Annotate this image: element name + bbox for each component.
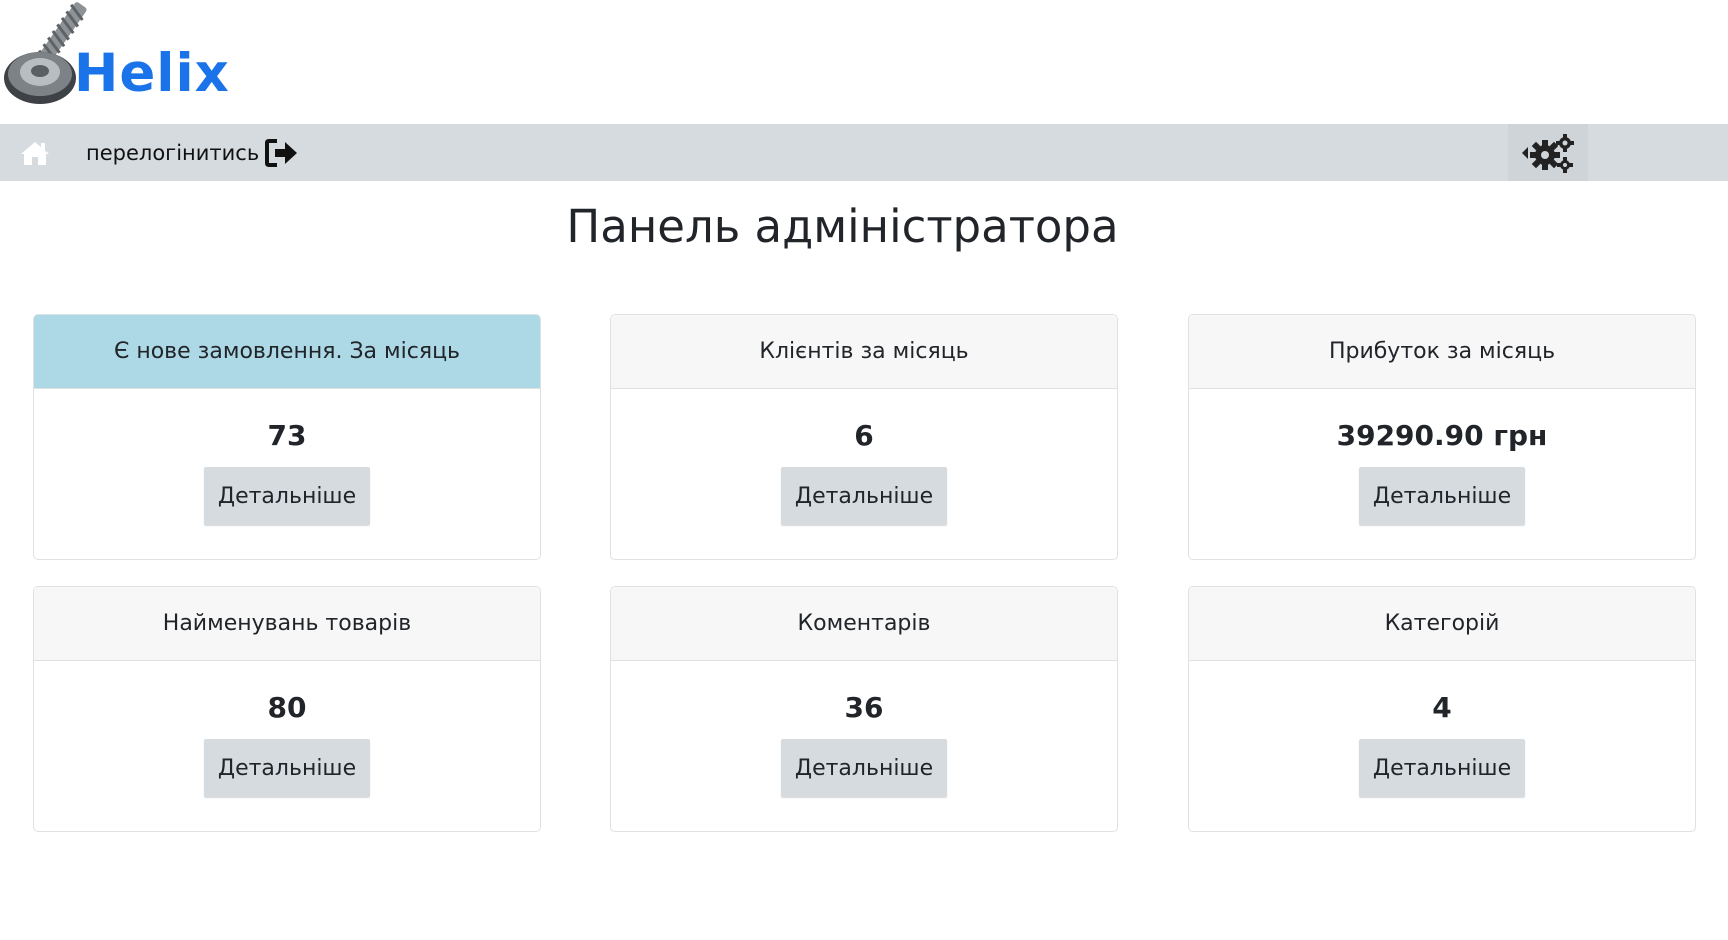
site-header: Helix bbox=[0, 0, 1728, 124]
card-value: 39290.90 грн bbox=[1336, 419, 1548, 452]
card-value: 36 bbox=[844, 691, 884, 724]
card-header: Прибуток за місяць bbox=[1189, 315, 1695, 389]
details-button[interactable]: Детальніше bbox=[1359, 739, 1525, 797]
card-new-orders: Є нове замовлення. За місяць 73 Детальні… bbox=[33, 314, 541, 560]
card-clients: Клієнтів за місяць 6 Детальніше bbox=[610, 314, 1118, 560]
sign-out-icon bbox=[265, 139, 298, 167]
settings-menu-toggle[interactable] bbox=[1508, 124, 1588, 181]
relogin-label: перелогінитись bbox=[86, 141, 260, 165]
card-header: Найменувань товарів bbox=[34, 587, 540, 661]
card-header: Є нове замовлення. За місяць bbox=[34, 315, 540, 389]
card-header: Коментарів bbox=[611, 587, 1117, 661]
caret-left-icon bbox=[1522, 146, 1528, 159]
card-value: 4 bbox=[1432, 691, 1452, 724]
details-button[interactable]: Детальніше bbox=[204, 467, 370, 525]
card-value: 80 bbox=[267, 691, 307, 724]
home-link[interactable] bbox=[20, 140, 50, 166]
top-navbar: перелогінитись bbox=[0, 124, 1728, 181]
card-products: Найменувань товарів 80 Детальніше bbox=[33, 586, 541, 832]
gears-icon bbox=[1530, 133, 1574, 173]
details-button[interactable]: Детальніше bbox=[1359, 467, 1525, 525]
brand-name: Helix bbox=[74, 43, 230, 104]
card-header: Клієнтів за місяць bbox=[611, 315, 1117, 389]
card-header: Категорій bbox=[1189, 587, 1695, 661]
relogin-link[interactable]: перелогінитись bbox=[86, 136, 299, 170]
details-button[interactable]: Детальніше bbox=[781, 467, 947, 525]
logo[interactable]: Helix bbox=[0, 0, 240, 112]
details-button[interactable]: Детальніше bbox=[781, 739, 947, 797]
details-button[interactable]: Детальніше bbox=[204, 739, 370, 797]
card-value: 73 bbox=[267, 419, 307, 452]
card-value: 6 bbox=[854, 419, 874, 452]
home-icon bbox=[21, 142, 49, 165]
card-comments: Коментарів 36 Детальніше bbox=[610, 586, 1118, 832]
page-title: Панель адміністратора bbox=[566, 200, 1119, 253]
card-categories: Категорій 4 Детальніше bbox=[1188, 586, 1696, 832]
card-profit: Прибуток за місяць 39290.90 грн Детальні… bbox=[1188, 314, 1696, 560]
